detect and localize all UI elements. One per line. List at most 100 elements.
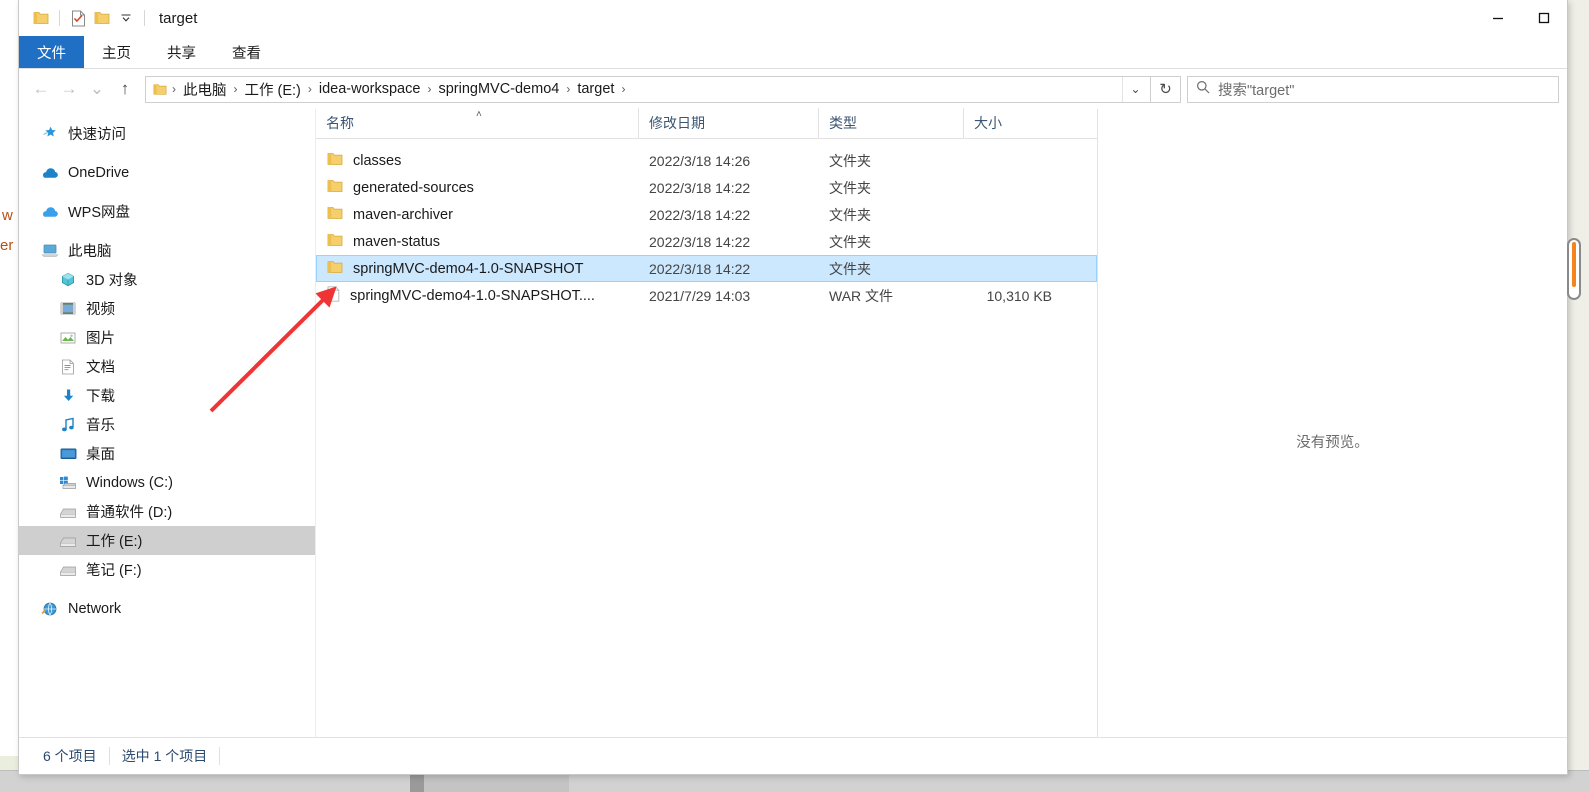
sidebar-item-label: 音乐 — [86, 418, 115, 434]
column-header-label: 类型 — [829, 115, 857, 131]
refresh-button[interactable]: ↻ — [1151, 75, 1181, 103]
sidebar-item-onedrive[interactable]: OneDrive — [19, 158, 315, 187]
tab-share[interactable]: 共享 — [149, 36, 214, 68]
file-date: 2022/3/18 14:22 — [649, 179, 751, 196]
breadcrumb-separator: › — [566, 82, 571, 96]
folder-icon — [327, 206, 343, 224]
folder-icon — [327, 260, 343, 278]
music-icon — [59, 416, 77, 434]
breadcrumb-separator: › — [172, 82, 176, 96]
breadcrumb-item-target[interactable]: target — [572, 79, 619, 99]
folder-icon — [327, 152, 343, 170]
breadcrumb-item-this-pc[interactable]: 此电脑 — [178, 77, 232, 102]
sidebar-item-drive-e[interactable]: 工作 (E:) — [19, 526, 315, 555]
file-list-pane: ˄ 名称 修改日期 类型 大小 classes 2022/3/18 14:26 … — [315, 108, 1097, 774]
column-header-name[interactable]: ˄ 名称 — [316, 108, 638, 138]
column-header-row: ˄ 名称 修改日期 类型 大小 — [316, 108, 1097, 139]
table-row[interactable]: maven-archiver 2022/3/18 14:22 文件夹 — [316, 201, 1097, 228]
navigation-sidebar: 快速访问 OneDrive WPS网盘 此电脑 3D 对象 视频 图片 文档 下… — [19, 109, 315, 774]
tab-file[interactable]: 文件 — [19, 36, 84, 68]
search-icon — [1196, 80, 1210, 99]
breadcrumb-separator: › — [621, 82, 626, 96]
table-row[interactable]: maven-status 2022/3/18 14:22 文件夹 — [316, 228, 1097, 255]
search-input[interactable]: 搜索"target" — [1187, 75, 1559, 103]
file-type: 文件夹 — [829, 206, 871, 223]
file-date: 2021/7/29 14:03 — [649, 287, 751, 304]
documents-icon — [59, 358, 77, 376]
sidebar-item-label: Network — [68, 600, 122, 617]
search-placeholder: 搜索"target" — [1218, 82, 1295, 99]
chevron-down-icon[interactable] — [114, 6, 138, 30]
tab-home[interactable]: 主页 — [84, 36, 149, 68]
folder-icon — [327, 179, 343, 197]
sidebar-item-desktop[interactable]: 桌面 — [19, 439, 315, 468]
file-size: 10,310 KB — [986, 287, 1052, 304]
sidebar-item-label: OneDrive — [68, 164, 130, 181]
sidebar-item-drive-f[interactable]: 笔记 (F:) — [19, 555, 315, 584]
back-button[interactable]: ← — [27, 75, 55, 103]
breadcrumb: › 此电脑 › 工作 (E:) › idea-workspace › sprin… — [170, 77, 1122, 102]
sidebar-item-pictures[interactable]: 图片 — [19, 323, 315, 352]
sidebar-item-windows-c[interactable]: Windows (C:) — [19, 468, 315, 497]
file-type: WAR 文件 — [829, 287, 894, 304]
windows-drive-icon — [59, 474, 77, 492]
breadcrumb-item-springmvc-demo4[interactable]: springMVC-demo4 — [433, 79, 564, 99]
scrollbar-thumb-indicator[interactable] — [1567, 238, 1581, 300]
breadcrumb-item-idea-workspace[interactable]: idea-workspace — [314, 79, 426, 99]
address-dropdown-icon[interactable]: ⌄ — [1122, 76, 1148, 102]
sidebar-item-quick-access[interactable]: 快速访问 — [19, 119, 315, 148]
videos-icon — [59, 300, 77, 318]
sidebar-item-label: WPS网盘 — [68, 205, 131, 221]
wps-cloud-icon — [41, 203, 59, 221]
sort-ascending-icon: ˄ — [476, 109, 482, 120]
sidebar-item-documents[interactable]: 文档 — [19, 352, 315, 381]
new-folder-icon[interactable] — [90, 6, 114, 30]
address-folder-icon — [152, 83, 170, 96]
scrollbar-fill — [1572, 242, 1576, 287]
sidebar-item-drive-d[interactable]: 普通软件 (D:) — [19, 497, 315, 526]
folder-icon[interactable] — [29, 6, 53, 30]
column-header-type[interactable]: 类型 — [818, 108, 963, 138]
file-date: 2022/3/18 14:22 — [649, 260, 751, 277]
file-date: 2022/3/18 14:22 — [649, 233, 751, 250]
table-row[interactable]: springMVC-demo4-1.0-SNAPSHOT.... 2021/7/… — [316, 282, 1097, 309]
column-header-date-modified[interactable]: 修改日期 — [638, 108, 818, 138]
address-bar[interactable]: › 此电脑 › 工作 (E:) › idea-workspace › sprin… — [145, 75, 1151, 103]
file-name: maven-status — [353, 233, 441, 250]
sidebar-item-videos[interactable]: 视频 — [19, 294, 315, 323]
onedrive-cloud-icon — [41, 164, 59, 182]
file-type: 文件夹 — [829, 179, 871, 196]
recent-locations-button[interactable]: ⌄ — [83, 75, 111, 103]
network-icon — [41, 600, 59, 618]
up-button[interactable]: ↑ — [111, 75, 139, 103]
sidebar-item-3d-objects[interactable]: 3D 对象 — [19, 265, 315, 294]
forward-button[interactable]: → — [55, 75, 83, 103]
sidebar-item-wps-cloud[interactable]: WPS网盘 — [19, 197, 315, 226]
maximize-button[interactable] — [1521, 0, 1567, 36]
status-item-count: 6 个项目 — [43, 748, 97, 764]
sidebar-item-label: 视频 — [86, 302, 115, 318]
tab-view[interactable]: 查看 — [214, 36, 279, 68]
minimize-button[interactable] — [1475, 0, 1521, 36]
breadcrumb-item-drive-e[interactable]: 工作 (E:) — [240, 77, 306, 102]
sidebar-item-label: 3D 对象 — [86, 273, 138, 289]
sidebar-item-this-pc[interactable]: 此电脑 — [19, 236, 315, 265]
column-header-size[interactable]: 大小 — [963, 108, 1063, 138]
sidebar-item-label: 笔记 (F:) — [86, 563, 142, 579]
properties-icon[interactable] — [66, 6, 90, 30]
sidebar-item-label: 普通软件 (D:) — [86, 505, 173, 521]
toolbar-separator — [59, 10, 60, 26]
status-selection-count: 选中 1 个项目 — [121, 748, 208, 764]
file-name: maven-archiver — [353, 206, 453, 223]
sidebar-item-network[interactable]: Network — [19, 594, 315, 623]
breadcrumb-separator: › — [427, 82, 432, 96]
sidebar-item-downloads[interactable]: 下载 — [19, 381, 315, 410]
table-row[interactable]: classes 2022/3/18 14:26 文件夹 — [316, 147, 1097, 174]
table-row[interactable]: springMVC-demo4-1.0-SNAPSHOT 2022/3/18 1… — [316, 255, 1097, 282]
table-row[interactable]: generated-sources 2022/3/18 14:22 文件夹 — [316, 174, 1097, 201]
column-header-label: 名称 — [326, 115, 354, 131]
sidebar-item-music[interactable]: 音乐 — [19, 410, 315, 439]
preview-pane: 没有预览。 — [1097, 109, 1567, 774]
